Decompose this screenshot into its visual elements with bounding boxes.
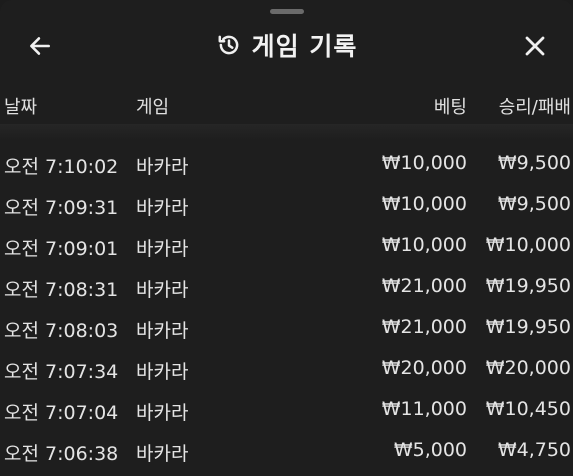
row-time: 오전 7:10:02	[4, 156, 119, 178]
header-divider	[0, 124, 573, 140]
table-row[interactable]: 오전 7:08:03 바카라 ₩21,000 ₩19,950	[0, 308, 573, 349]
row-time: 오전 7:06:38	[4, 443, 119, 465]
drag-handle[interactable]	[270, 9, 304, 14]
row-game: 바카라	[136, 197, 189, 219]
row-result: ₩19,950	[485, 316, 571, 338]
row-bet: ₩21,000	[381, 275, 467, 297]
history-icon	[218, 35, 238, 55]
row-result: ₩10,450	[485, 398, 571, 420]
table-row[interactable]: 오전 7:06:38 바카라 ₩5,000 ₩4,750	[0, 431, 573, 472]
row-time: 오전 7:07:34	[4, 361, 119, 383]
row-time: 오전 7:09:31	[4, 197, 119, 219]
row-bet: ₩10,000	[381, 193, 467, 215]
row-game: 바카라	[136, 402, 189, 424]
row-result: ₩10,000	[485, 234, 571, 256]
table-row[interactable]: 오전 7:07:34 바카라 ₩20,000 ₩20,000	[0, 349, 573, 390]
close-icon	[525, 36, 545, 56]
row-time: 오전 7:07:04	[4, 402, 119, 424]
header: 게임 기록	[0, 18, 573, 72]
row-game: 바카라	[136, 238, 189, 260]
row-bet: ₩11,000	[381, 398, 467, 420]
table-row[interactable]: 오전 7:08:31 바카라 ₩21,000 ₩19,950	[0, 267, 573, 308]
page-title: 게임 기록	[251, 32, 358, 61]
table-row[interactable]: 오전 7:09:01 바카라 ₩10,000 ₩10,000	[0, 226, 573, 267]
row-bet: ₩20,000	[381, 357, 467, 379]
table-row[interactable]: 오전 7:07:04 바카라 ₩11,000 ₩10,450	[0, 390, 573, 431]
row-time: 오전 7:08:03	[4, 320, 119, 342]
table-row[interactable]: 오전 7:10:02 바카라 ₩10,000 ₩9,500	[0, 144, 573, 185]
row-result: ₩19,950	[485, 275, 571, 297]
table-row[interactable]: 오전 7:09:31 바카라 ₩10,000 ₩9,500	[0, 185, 573, 226]
row-bet: ₩5,000	[393, 439, 467, 461]
table-header: 날짜 게임 베팅 승리/패배	[0, 85, 573, 123]
row-result: ₩20,000	[485, 357, 571, 379]
row-bet: ₩21,000	[381, 316, 467, 338]
row-bet: ₩10,000	[381, 152, 467, 174]
column-bet: 베팅	[433, 97, 467, 118]
column-game: 게임	[136, 97, 170, 118]
column-date: 날짜	[4, 97, 38, 118]
row-game: 바카라	[136, 156, 189, 178]
close-button[interactable]	[517, 28, 553, 64]
row-game: 바카라	[136, 361, 189, 383]
row-time: 오전 7:09:01	[4, 238, 119, 260]
column-result: 승리/패배	[498, 97, 571, 118]
row-bet: ₩10,000	[381, 234, 467, 256]
row-result: ₩9,500	[497, 152, 571, 174]
row-result: ₩4,750	[497, 439, 571, 461]
row-time: 오전 7:08:31	[4, 279, 119, 301]
game-history-sheet: 게임 기록 날짜 게임 베팅 승리/패배 오전 7:10:02 바카라 ₩10,00…	[0, 0, 573, 476]
row-game: 바카라	[136, 443, 189, 465]
row-result: ₩9,500	[497, 193, 571, 215]
history-list: 오전 7:10:02 바카라 ₩10,000 ₩9,500 오전 7:09:31 바카라 ₩…	[0, 144, 573, 472]
row-game: 바카라	[136, 320, 189, 342]
row-game: 바카라	[136, 279, 189, 301]
title-group: 게임 기록	[0, 18, 573, 72]
